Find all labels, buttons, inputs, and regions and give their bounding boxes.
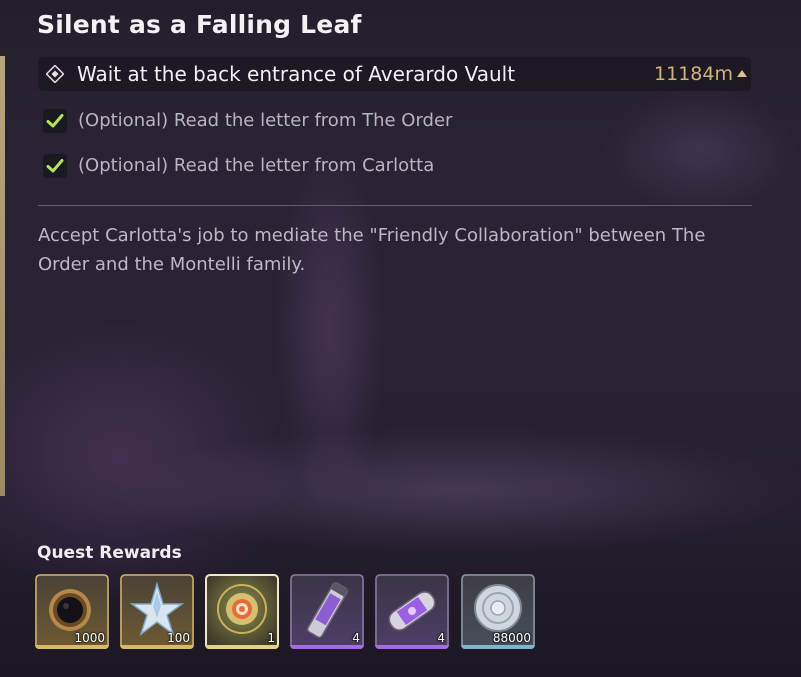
current-objective[interactable]: Wait at the back entrance of Averardo Va… <box>38 57 751 91</box>
reward-item[interactable]: 4 <box>290 574 364 649</box>
reward-quantity: 1000 <box>74 631 105 645</box>
objective-diamond-icon <box>46 65 64 83</box>
rewards-heading: Quest Rewards <box>37 543 182 563</box>
reward-item[interactable]: 4 <box>375 574 449 649</box>
quest-title: Silent as a Falling Leaf <box>37 10 362 39</box>
reward-quantity: 4 <box>352 631 360 645</box>
reward-item[interactable]: 1000 <box>35 574 109 649</box>
reward-item[interactable]: 88000 <box>461 574 535 649</box>
direction-up-icon <box>737 70 747 77</box>
objective-text: Wait at the back entrance of Averardo Va… <box>77 62 516 86</box>
quest-accent-bar <box>0 56 5 496</box>
optional-step-text: (Optional) Read the letter from The Orde… <box>78 110 453 131</box>
reward-item[interactable]: 100 <box>120 574 194 649</box>
checkmark-icon <box>43 109 67 133</box>
objective-distance: 11184m <box>654 63 733 85</box>
reward-item[interactable]: 1 <box>205 574 279 649</box>
reward-quantity: 100 <box>167 631 190 645</box>
reward-quantity: 4 <box>437 631 445 645</box>
reward-quantity: 88000 <box>492 631 531 645</box>
divider <box>38 205 752 206</box>
checkmark-icon <box>43 154 67 178</box>
optional-step-text: (Optional) Read the letter from Carlotta <box>78 155 435 176</box>
quest-description: Accept Carlotta's job to mediate the "Fr… <box>38 225 706 275</box>
reward-quantity: 1 <box>267 631 275 645</box>
